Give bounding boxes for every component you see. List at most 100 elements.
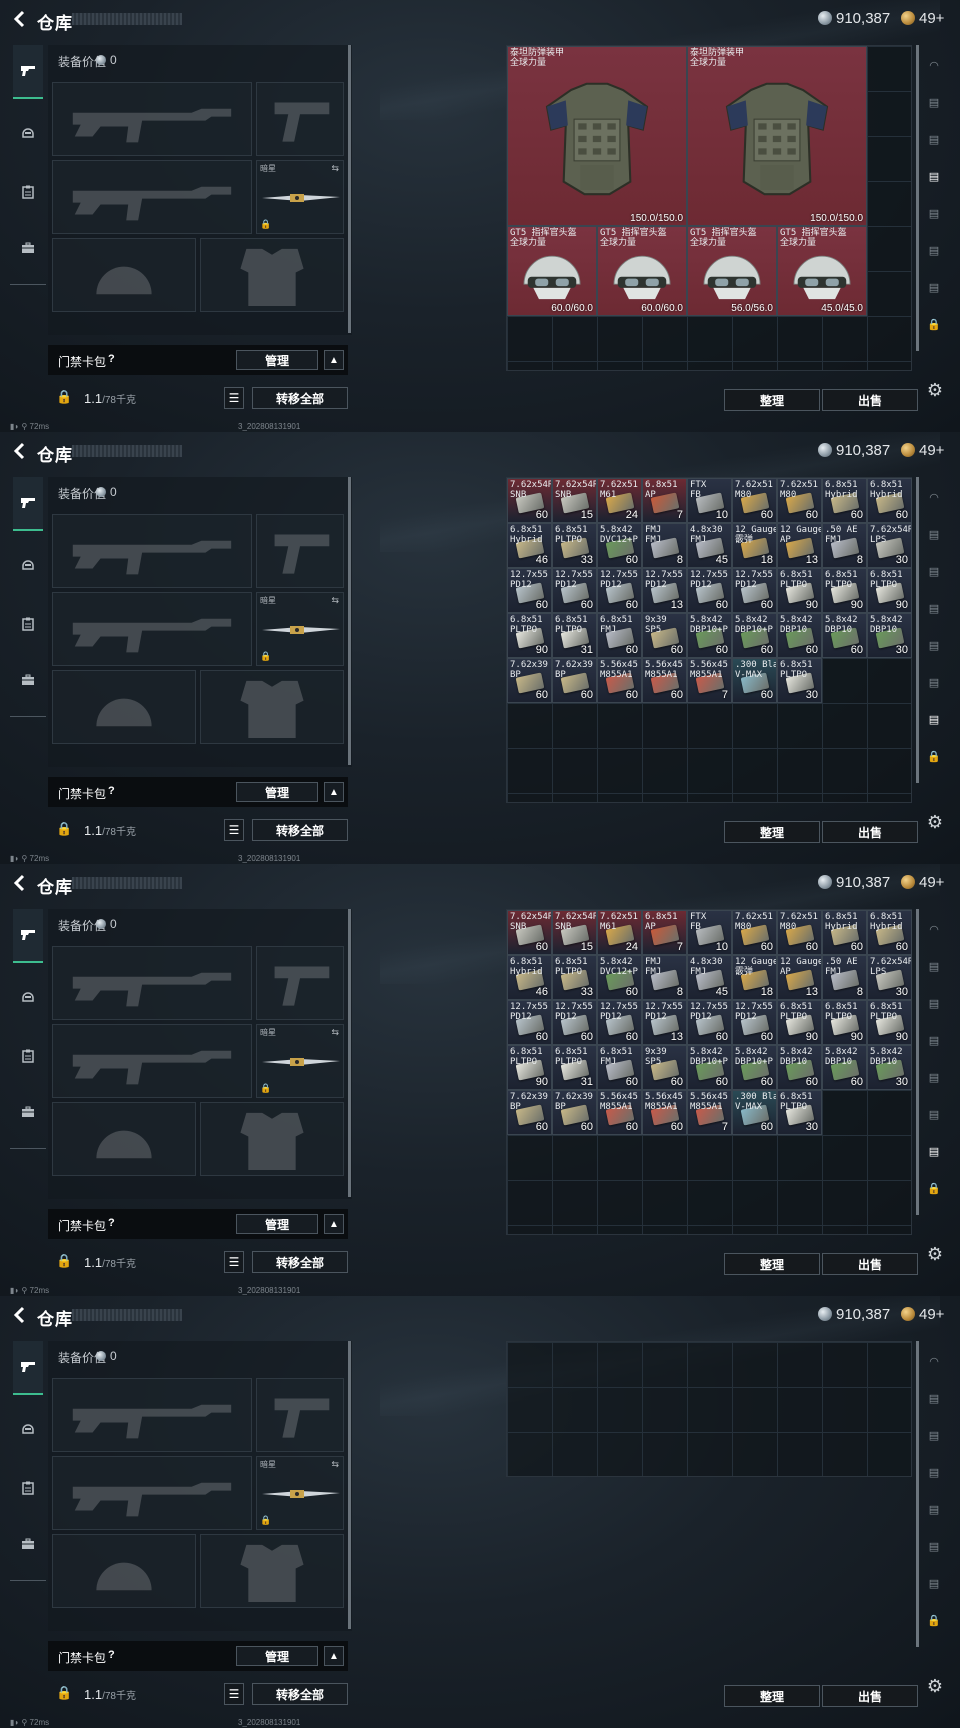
stash-grid[interactable] xyxy=(506,1341,912,1477)
sort-button[interactable]: 整理 xyxy=(724,821,820,843)
ammo-item[interactable]: 7.62x51 M80 60 xyxy=(777,478,822,523)
pistol-icon[interactable] xyxy=(13,1341,43,1395)
ammo-item[interactable]: 12.7x55 PD12 60 xyxy=(687,1000,732,1045)
secondary-weapon-slot[interactable] xyxy=(52,592,252,666)
crate-icon[interactable]: ▤ xyxy=(922,1499,946,1519)
ammo-item[interactable]: 12.7x55 PD12 60 xyxy=(552,568,597,613)
help-icon[interactable]: ? xyxy=(108,1649,115,1661)
gear-icon[interactable]: ⚙ xyxy=(925,1676,945,1696)
collapse-icon[interactable]: ▲ xyxy=(324,1646,344,1666)
pistol-slot[interactable] xyxy=(256,514,344,588)
ammo-item[interactable]: 7.62x39 BP 60 xyxy=(507,658,552,703)
ammo-item[interactable]: 5.56x45 M855A1 60 xyxy=(597,1090,642,1135)
sell-button[interactable]: 出售 xyxy=(822,1253,918,1275)
ammo-item[interactable]: 6.8x51 PLTPO 90 xyxy=(507,1045,552,1090)
ammo-item[interactable]: 5.8x42 DBP10 60 xyxy=(822,1045,867,1090)
ammo-item[interactable]: 12.7x55 PD12 13 xyxy=(642,568,687,613)
ammo-item[interactable]: 6.8x51 PLTPO 31 xyxy=(552,1045,597,1090)
ammo-item[interactable]: 7.62x54R LPS 30 xyxy=(867,955,912,1000)
ammo-item[interactable]: 5.56x45 M855A1 60 xyxy=(642,1090,687,1135)
list-icon[interactable]: ☰ xyxy=(224,1683,244,1705)
ammo-item[interactable]: 6.8x51 PLTPO 90 xyxy=(777,568,822,613)
armor-item[interactable]: 泰坦防弹装甲 全球力量 150.0/150.0 xyxy=(507,46,687,226)
melee-slot[interactable]: 暗星 ⇆ 🔒 xyxy=(256,592,344,666)
lock-icon[interactable]: 🔒 xyxy=(922,1610,946,1630)
secondary-weapon-slot[interactable] xyxy=(52,1456,252,1530)
bunker-icon[interactable]: ◠ xyxy=(922,919,946,939)
transfer-all-button[interactable]: 转移全部 xyxy=(252,819,348,841)
ammo-item[interactable]: FMJ FMJ 8 xyxy=(642,523,687,568)
briefcase-icon[interactable] xyxy=(13,1517,43,1571)
armor-slot[interactable] xyxy=(200,1102,344,1176)
ammo-item[interactable]: 12 Gauge AP 13 xyxy=(777,523,822,568)
crate-icon[interactable]: ▤ xyxy=(922,1141,946,1161)
melee-slot[interactable]: 暗星 ⇆ 🔒 xyxy=(256,1456,344,1530)
ammo-item[interactable]: 6.8x51 PLTPO 90 xyxy=(507,613,552,658)
armor-slot[interactable] xyxy=(200,1534,344,1608)
lock-icon[interactable]: 🔒 xyxy=(922,746,946,766)
primary-weapon-slot[interactable] xyxy=(52,946,252,1020)
armor-slot[interactable] xyxy=(200,238,344,312)
crate-icon[interactable]: ▤ xyxy=(922,1536,946,1556)
helmet-slot[interactable] xyxy=(52,1534,196,1608)
ticket-amount[interactable]: 49+ xyxy=(919,874,944,891)
helmet-icon[interactable] xyxy=(13,1401,43,1455)
ammo-item[interactable]: 6.8x51 PLTPO 31 xyxy=(552,613,597,658)
secondary-weapon-slot[interactable] xyxy=(52,160,252,234)
ammo-item[interactable]: 7.62x51 M80 60 xyxy=(777,910,822,955)
transfer-all-button[interactable]: 转移全部 xyxy=(252,387,348,409)
crate-icon[interactable]: ▤ xyxy=(922,92,946,112)
ammo-item[interactable]: 5.8x42 DBP10 30 xyxy=(867,613,912,658)
lock-icon[interactable]: 🔒 xyxy=(922,1178,946,1198)
helmet-icon[interactable] xyxy=(13,969,43,1023)
crate-icon[interactable]: ▤ xyxy=(922,1462,946,1482)
ammo-item[interactable]: 12.7x55 PD12 13 xyxy=(642,1000,687,1045)
ticket-amount[interactable]: 49+ xyxy=(919,1306,944,1323)
ammo-item[interactable]: 6.8x51 PLTPO 33 xyxy=(552,523,597,568)
pistol-slot[interactable] xyxy=(256,946,344,1020)
clipboard-icon[interactable] xyxy=(13,165,43,219)
swap-icon[interactable]: ⇆ xyxy=(331,163,339,174)
help-icon[interactable]: ? xyxy=(108,785,115,797)
helmet-slot[interactable] xyxy=(52,238,196,312)
ammo-item[interactable]: 12.7x55 PD12 60 xyxy=(732,1000,777,1045)
primary-weapon-slot[interactable] xyxy=(52,1378,252,1452)
list-icon[interactable]: ☰ xyxy=(224,1251,244,1273)
manage-button[interactable]: 管理 xyxy=(236,350,318,370)
ammo-item[interactable]: 7.62x39 BP 60 xyxy=(507,1090,552,1135)
crate-icon[interactable]: ▤ xyxy=(922,1067,946,1087)
sort-button[interactable]: 整理 xyxy=(724,1685,820,1707)
collapse-icon[interactable]: ▲ xyxy=(324,1214,344,1234)
manage-button[interactable]: 管理 xyxy=(236,1214,318,1234)
ammo-item[interactable]: 6.8x51 Hybrid 60 xyxy=(822,910,867,955)
crate-icon[interactable]: ▤ xyxy=(922,1104,946,1124)
crate-icon[interactable]: ▤ xyxy=(922,956,946,976)
stash-scrollbar[interactable] xyxy=(916,1341,919,1647)
briefcase-icon[interactable] xyxy=(13,653,43,707)
crate-icon[interactable]: ▤ xyxy=(922,1388,946,1408)
ammo-item[interactable]: 7.62x51 M61 24 xyxy=(597,910,642,955)
transfer-all-button[interactable]: 转移全部 xyxy=(252,1683,348,1705)
ammo-item[interactable]: FTX FB 10 xyxy=(687,910,732,955)
helmet-item[interactable]: GT5 指挥官头盔 全球力量 60.0/60.0 xyxy=(507,226,597,316)
gear-icon[interactable]: ⚙ xyxy=(925,1244,945,1264)
list-icon[interactable]: ☰ xyxy=(224,387,244,409)
ticket-amount[interactable]: 49+ xyxy=(919,442,944,459)
ammo-item[interactable]: 5.8x42 DBP10+P 60 xyxy=(687,613,732,658)
ammo-item[interactable]: 6.8x51 Hybrid 60 xyxy=(822,478,867,523)
ammo-item[interactable]: .50 AE FMJ 8 xyxy=(822,523,867,568)
stash-scrollbar[interactable] xyxy=(916,45,919,351)
ammo-item[interactable]: 12 Gauge AP 13 xyxy=(777,955,822,1000)
lock-icon[interactable]: 🔒 xyxy=(922,314,946,334)
clipboard-icon[interactable] xyxy=(13,597,43,651)
armor-item[interactable]: 泰坦防弹装甲 全球力量 150.0/150.0 xyxy=(687,46,867,226)
ammo-item[interactable]: 7.62x54R SNB 15 xyxy=(552,478,597,523)
armor-slot[interactable] xyxy=(200,670,344,744)
equipment-scrollbar[interactable] xyxy=(348,477,351,765)
ammo-item[interactable]: 6.8x51 PLTPO 90 xyxy=(867,1000,912,1045)
list-icon[interactable]: ☰ xyxy=(224,819,244,841)
stash-grid[interactable]: 泰坦防弹装甲 全球力量 150.0/150.0 泰坦防弹装甲 全球力量 150.0/1… xyxy=(506,45,912,371)
ammo-item[interactable]: 6.8x51 PLTPO 30 xyxy=(777,658,822,703)
crate-icon[interactable]: ▤ xyxy=(922,1030,946,1050)
ammo-item[interactable]: .50 AE FMJ 8 xyxy=(822,955,867,1000)
